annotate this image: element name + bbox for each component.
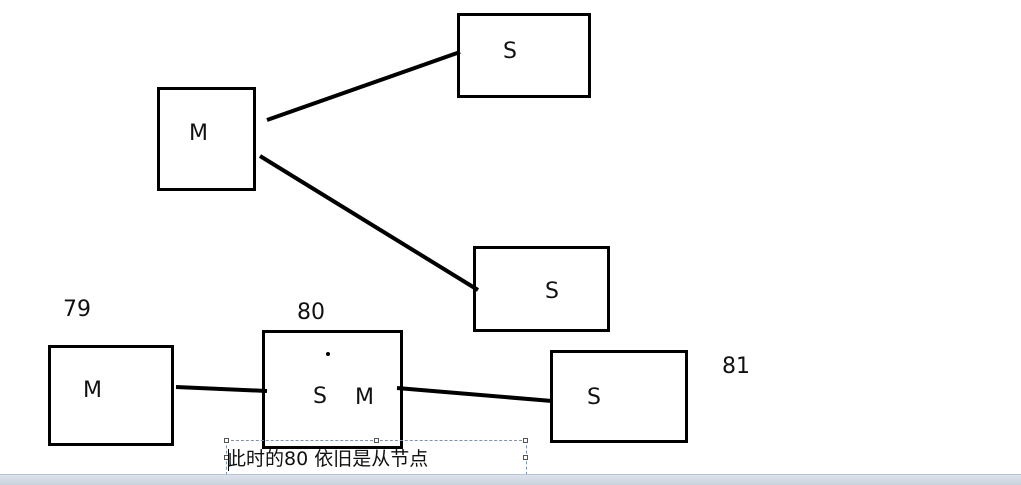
text-box[interactable]: 此时的80 依旧是从节点 <box>224 438 528 475</box>
cursor-dot <box>326 352 330 356</box>
connector-80-to-81 <box>396 386 553 403</box>
master-node-top-label: M <box>189 121 208 146</box>
resize-handle-top-center[interactable] <box>374 438 379 443</box>
bottom-scroll-bar[interactable] <box>0 474 1021 485</box>
resize-handle-top-right[interactable] <box>523 438 528 443</box>
resize-handle-top-left[interactable] <box>224 438 229 443</box>
node-79: M <box>48 345 174 446</box>
node-number-80: 80 <box>297 300 325 325</box>
connector-79-to-80 <box>175 385 268 393</box>
node-81: S <box>550 350 688 443</box>
node-80-label-m: M <box>355 385 374 410</box>
slave-node-top-2: S <box>473 246 610 332</box>
slave-node-top-1: S <box>457 13 591 98</box>
text-box-content[interactable]: 此时的80 依旧是从节点 <box>227 450 428 469</box>
node-79-label: M <box>83 378 102 403</box>
node-80-label-s: S <box>313 384 327 409</box>
connector-master-to-slave-2 <box>258 154 480 292</box>
master-node-top: M <box>157 87 256 191</box>
node-81-label: S <box>587 385 601 410</box>
resize-handle-middle-right[interactable] <box>523 455 528 460</box>
slave-node-top-2-label: S <box>545 279 559 304</box>
diagram-canvas: M S S 79 M 80 S M 81 S 此时的80 依旧是从节点 <box>0 0 1021 485</box>
slave-node-top-1-label: S <box>503 39 517 64</box>
node-number-81: 81 <box>722 354 750 379</box>
node-number-79: 79 <box>63 297 91 322</box>
node-80: S M <box>262 330 403 449</box>
connector-master-to-slave-1 <box>266 50 461 122</box>
